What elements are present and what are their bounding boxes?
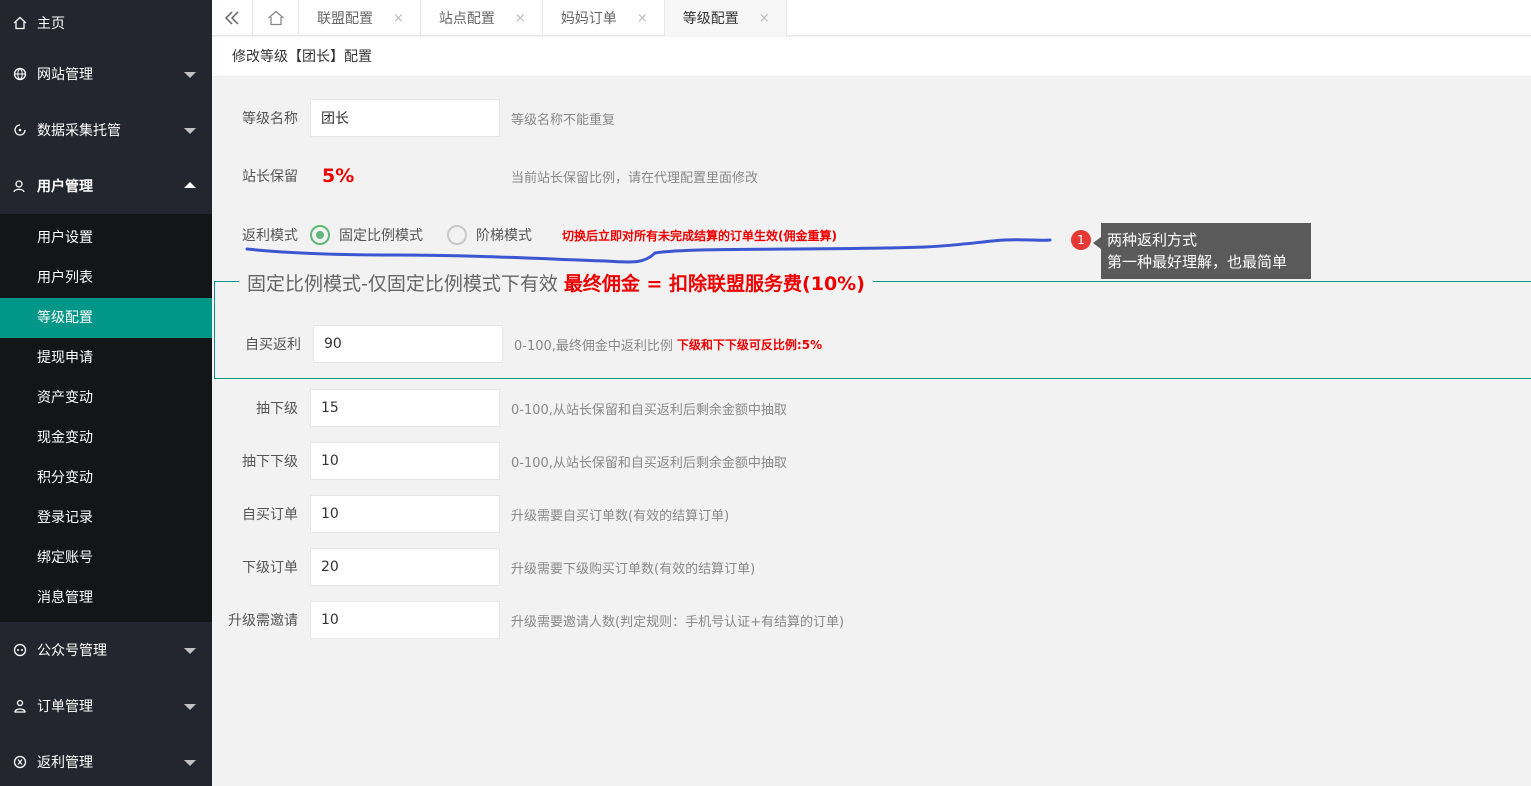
row-self-rebate: 自买返利 0-100,最终佣金中返利比例 下级和下下级可反比例:5% xyxy=(215,325,822,363)
chevron-down-icon xyxy=(184,72,196,78)
row-invites: 升级需邀请 升级需要邀请人数(判定规则：手机号认证+有结算的订单) xyxy=(212,601,844,639)
sidebar-item-points-change[interactable]: 积分变动 xyxy=(0,458,212,498)
home-icon xyxy=(267,10,284,26)
tooltip-line-2: 第一种最好理解，也最简单 xyxy=(1107,253,1288,271)
close-icon[interactable]: × xyxy=(393,11,404,26)
self-rebate-hint: 0-100,最终佣金中返利比例 xyxy=(514,338,673,354)
take-sub-hint: 0-100,从站长保留和自买返利后剩余金额中抽取 xyxy=(511,402,787,418)
page-title: 修改等级【团长】配置 xyxy=(212,37,1531,77)
tab-alliance-config[interactable]: 联盟配置 × xyxy=(299,0,421,36)
take-subsub-input[interactable] xyxy=(310,442,500,480)
row-level-name: 等级名称 等级名称不能重复 xyxy=(212,99,615,137)
chevron-up-icon xyxy=(184,182,196,188)
self-orders-hint: 升级需要自买订单数(有效的结算订单) xyxy=(511,508,730,524)
nav-rebate-label: 返利管理 xyxy=(37,755,93,771)
chevron-down-icon xyxy=(184,704,196,710)
close-icon[interactable]: × xyxy=(515,11,526,26)
invites-hint: 升级需要邀请人数(判定规则：手机号认证+有结算的订单) xyxy=(511,614,845,630)
order-icon xyxy=(12,698,28,714)
sidebar-item-user-settings[interactable]: 用户设置 xyxy=(0,218,212,258)
home-tab[interactable] xyxy=(253,0,299,36)
tab-label: 站点配置 xyxy=(438,11,495,27)
chevron-down-icon xyxy=(184,648,196,654)
nav-orders-label: 订单管理 xyxy=(37,699,93,715)
collapse-tabs-button[interactable] xyxy=(212,0,253,36)
chevron-down-icon xyxy=(184,128,196,134)
nav-collect-label: 数据采集托管 xyxy=(37,123,121,139)
nav-website-label: 网站管理 xyxy=(37,67,93,83)
sidebar-item-bind-account[interactable]: 绑定账号 xyxy=(0,538,212,578)
sub-orders-label: 下级订单 xyxy=(242,560,298,576)
double-chevron-left-icon xyxy=(224,11,239,25)
rebate-icon xyxy=(12,754,28,770)
sub-orders-input[interactable] xyxy=(310,548,500,586)
legend-text: 固定比例模式-仅固定比例模式下有效 xyxy=(247,273,558,295)
nav-rebate[interactable]: 返利管理 xyxy=(0,734,212,786)
home-icon xyxy=(12,15,28,31)
owner-keep-hint: 当前站长保留比例，请在代理配置里面修改 xyxy=(511,170,759,186)
sidebar-item-level-config[interactable]: 等级配置 xyxy=(0,298,212,338)
row-take-sub: 抽下级 0-100,从站长保留和自买返利后剩余金额中抽取 xyxy=(212,389,787,427)
self-rebate-label: 自买返利 xyxy=(245,337,301,353)
scribble-underline xyxy=(245,238,1052,264)
take-sub-label: 抽下级 xyxy=(256,401,298,417)
owner-keep-label: 站长保留 xyxy=(242,169,298,185)
row-sub-orders: 下级订单 升级需要下级购买订单数(有效的结算订单) xyxy=(212,548,755,586)
sub-orders-hint: 升级需要下级购买订单数(有效的结算订单) xyxy=(511,561,756,577)
sync-icon xyxy=(12,122,28,138)
tab-label: 妈妈订单 xyxy=(560,11,617,27)
self-rebate-hint-red: 下级和下下级可反比例:5% xyxy=(676,337,823,352)
nav-home[interactable]: 主页 xyxy=(0,0,212,46)
sidebar-item-asset-change[interactable]: 资产变动 xyxy=(0,378,212,418)
users-submenu: 用户设置 用户列表 等级配置 提现申请 资产变动 现金变动 积分变动 登录记录 … xyxy=(0,214,212,622)
tab-label: 等级配置 xyxy=(682,11,739,27)
tabs-bar: 联盟配置 × 站点配置 × 妈妈订单 × 等级配置 × xyxy=(212,0,1531,36)
nav-wechat-label: 公众号管理 xyxy=(37,643,107,659)
sidebar-item-messages[interactable]: 消息管理 xyxy=(0,578,212,618)
nav-orders[interactable]: 订单管理 xyxy=(0,678,212,734)
legend-formula: 最终佣金 = 扣除联盟服务费(10%) xyxy=(563,273,865,295)
nav-wechat[interactable]: 公众号管理 xyxy=(0,622,212,678)
sidebar-item-withdraw[interactable]: 提现申请 xyxy=(0,338,212,378)
user-icon xyxy=(12,178,28,194)
row-owner-keep: 站长保留 5% 当前站长保留比例，请在代理配置里面修改 xyxy=(212,157,758,195)
self-rebate-input[interactable] xyxy=(313,325,503,363)
annotation-badge: 1 xyxy=(1071,230,1091,250)
close-icon[interactable]: × xyxy=(759,11,770,26)
invites-label: 升级需邀请 xyxy=(228,613,298,629)
take-subsub-hint: 0-100,从站长保留和自买返利后剩余金额中抽取 xyxy=(511,455,787,471)
invites-input[interactable] xyxy=(310,601,500,639)
nav-users-label: 用户管理 xyxy=(37,179,93,195)
close-icon[interactable]: × xyxy=(637,11,648,26)
row-take-subsub: 抽下下级 0-100,从站长保留和自买返利后剩余金额中抽取 xyxy=(212,442,787,480)
nav-collect[interactable]: 数据采集托管 xyxy=(0,102,212,158)
self-orders-input[interactable] xyxy=(310,495,500,533)
sidebar: 主页 网站管理 数据采集托管 用户管理 用户设置 用户列表 等级配置 提现申请 … xyxy=(0,0,212,786)
nav-users[interactable]: 用户管理 xyxy=(0,158,212,214)
wechat-icon xyxy=(12,642,28,658)
globe-icon xyxy=(12,66,28,82)
tab-site-config[interactable]: 站点配置 × xyxy=(421,0,543,36)
take-subsub-label: 抽下下级 xyxy=(242,454,298,470)
level-name-label: 等级名称 xyxy=(242,111,298,127)
self-orders-label: 自买订单 xyxy=(242,507,298,523)
take-sub-input[interactable] xyxy=(310,389,500,427)
tab-mama-orders[interactable]: 妈妈订单 × xyxy=(543,0,665,36)
level-name-input[interactable] xyxy=(310,99,500,137)
fieldset-legend: 固定比例模式-仅固定比例模式下有效 最终佣金 = 扣除联盟服务费(10%) xyxy=(239,269,873,296)
tooltip-line-1: 两种返利方式 xyxy=(1107,231,1198,249)
tab-label: 联盟配置 xyxy=(317,11,373,27)
sidebar-item-cash-change[interactable]: 现金变动 xyxy=(0,418,212,458)
nav-home-label: 主页 xyxy=(37,16,65,32)
sidebar-item-user-list[interactable]: 用户列表 xyxy=(0,258,212,298)
chevron-down-icon xyxy=(184,760,196,766)
sidebar-item-login-log[interactable]: 登录记录 xyxy=(0,498,212,538)
tab-level-config[interactable]: 等级配置 × xyxy=(664,0,787,36)
nav-website[interactable]: 网站管理 xyxy=(0,46,212,102)
annotation-tooltip: 两种返利方式 第一种最好理解，也最简单 xyxy=(1093,223,1311,279)
row-self-orders: 自买订单 升级需要自买订单数(有效的结算订单) xyxy=(212,495,729,533)
owner-keep-value: 5% xyxy=(322,165,355,187)
level-name-hint: 等级名称不能重复 xyxy=(511,112,616,128)
